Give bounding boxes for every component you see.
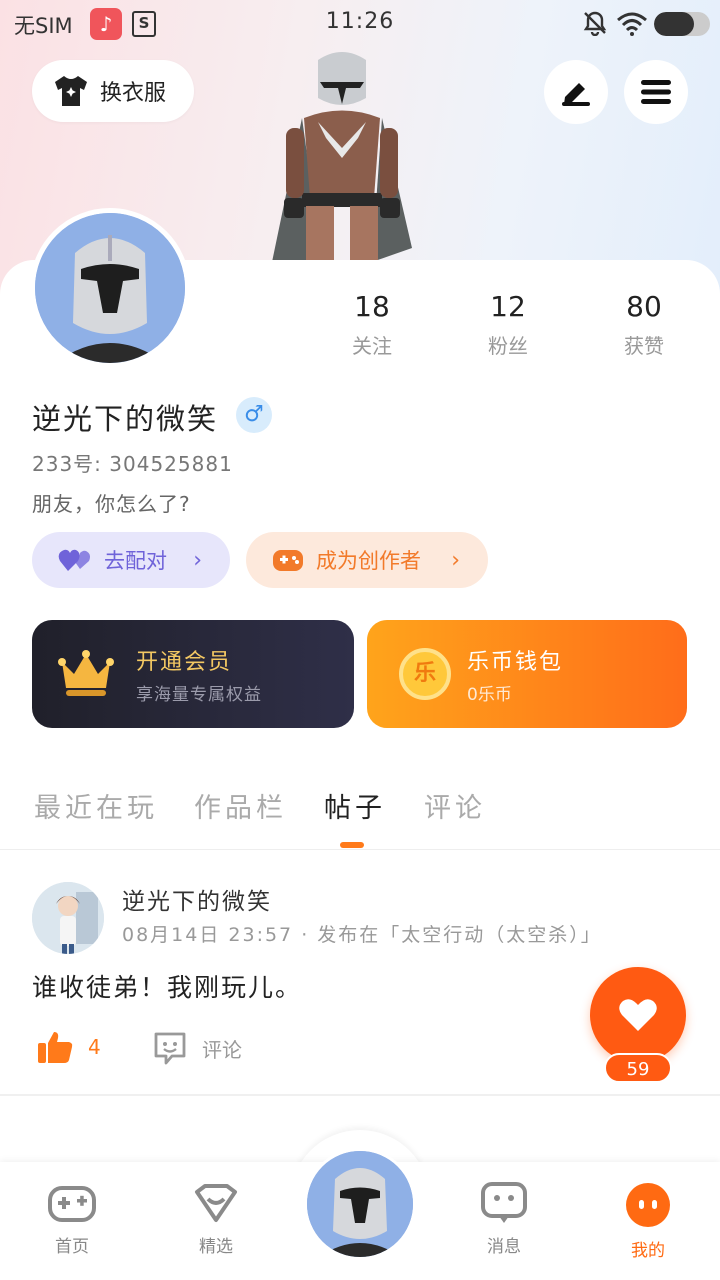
profile-tabs: 最近在玩 作品栏 帖子 评论 (0, 760, 720, 850)
change-outfit-label: 换衣服 (100, 81, 167, 106)
comment-button[interactable]: 评论 (152, 1030, 242, 1066)
tab-works[interactable]: 作品栏 (194, 786, 287, 825)
stat-label: 获赞 (624, 334, 664, 358)
comment-label: 评论 (202, 1037, 242, 1062)
stat-value: 12 (490, 290, 526, 323)
stat-fans[interactable]: 12 粉丝 (448, 290, 568, 359)
gamepad-icon (273, 550, 303, 571)
change-outfit-button[interactable]: 换衣服 (32, 60, 194, 122)
wifi-icon (617, 12, 647, 36)
comment-icon (154, 1032, 186, 1065)
post-meta: 08月14日 23:57 · 发布在「太空行动（太空杀）」 (122, 924, 602, 946)
like-count: 4 (88, 1035, 101, 1059)
post-body[interactable]: 谁收徒弟！我刚玩儿。 (32, 968, 302, 1004)
heart-icon (619, 999, 657, 1031)
profile-name: 逆光下的微笑 (32, 402, 219, 436)
vip-subtitle: 享海量专属权益 (136, 685, 262, 705)
menu-button[interactable] (624, 60, 688, 124)
heart-bag-icon (195, 1184, 237, 1222)
crown-icon (58, 650, 114, 696)
coin-wallet-card[interactable]: 乐 乐币钱包 0乐币 (367, 620, 687, 728)
status-time: 11:26 (325, 9, 395, 34)
anime-avatar-image (32, 882, 104, 954)
become-creator-label: 成为创作者 (316, 549, 421, 573)
tab-recently-played[interactable]: 最近在玩 (34, 786, 158, 825)
nav-profile[interactable]: 我的 (598, 1182, 698, 1261)
stat-likes[interactable]: 80 获赞 (584, 290, 704, 359)
stat-label: 关注 (352, 334, 392, 358)
tab-posts[interactable]: 帖子 (324, 786, 386, 825)
stat-value: 18 (354, 290, 390, 323)
match-label: 去配对 (104, 549, 167, 573)
status-bar: 无SIM ♪ S 11:26 (0, 0, 720, 48)
gamepad-icon (48, 1186, 96, 1222)
helmet-avatar-image (35, 213, 185, 363)
wallet-title: 乐币钱包 (467, 650, 564, 675)
nav-home[interactable]: 首页 (22, 1182, 122, 1257)
chevron-right-icon: › (193, 547, 202, 573)
like-button[interactable]: 4 (36, 1030, 101, 1064)
nav-profile-label: 我的 (631, 1241, 665, 1261)
profile-icon (626, 1183, 670, 1227)
vip-membership-card[interactable]: 开通会员 享海量专属权益 (32, 620, 354, 728)
tab-comments[interactable]: 评论 (424, 786, 486, 825)
chevron-right-icon: › (451, 547, 460, 573)
menu-icon (641, 80, 671, 104)
coin-icon: 乐 (399, 648, 451, 700)
character-avatar-figure[interactable] (262, 48, 422, 262)
stat-value: 80 (626, 290, 662, 323)
nav-messages[interactable]: 消息 (454, 1182, 554, 1257)
match-button[interactable]: 去配对 › (32, 532, 230, 588)
shirt-icon (55, 76, 87, 106)
helmet-avatar-image (307, 1151, 413, 1257)
thumbs-up-icon (38, 1032, 73, 1063)
mute-bell-icon (583, 11, 607, 36)
active-tab-indicator (340, 842, 364, 848)
nav-messages-label: 消息 (487, 1237, 521, 1257)
nav-center-avatar[interactable] (304, 1148, 416, 1260)
profile-avatar[interactable] (30, 208, 190, 368)
profile-bio: 朋友，你怎么了? (32, 492, 191, 516)
vip-title: 开通会员 (136, 650, 233, 675)
battery-icon (654, 12, 710, 36)
profile-uid[interactable]: 233号: 304525881 (32, 448, 233, 477)
heart-fab-button[interactable] (590, 967, 686, 1063)
double-heart-icon (58, 549, 90, 571)
nav-featured[interactable]: 精选 (166, 1182, 266, 1257)
stat-following[interactable]: 18 关注 (312, 290, 432, 359)
nav-home-label: 首页 (55, 1237, 89, 1257)
wallet-balance: 0乐币 (467, 685, 512, 705)
become-creator-button[interactable]: 成为创作者 › (246, 532, 488, 588)
post-author-name[interactable]: 逆光下的微笑 (122, 882, 272, 916)
post-author-avatar[interactable] (32, 882, 104, 954)
nav-featured-label: 精选 (199, 1237, 233, 1257)
stat-label: 粉丝 (488, 334, 528, 358)
edit-profile-button[interactable] (544, 60, 608, 124)
post-divider (0, 1094, 720, 1096)
gender-male-icon: ♂ (236, 397, 272, 433)
message-icon (481, 1182, 527, 1223)
edit-icon (562, 83, 590, 106)
heart-count-badge: 59 (604, 1053, 672, 1083)
